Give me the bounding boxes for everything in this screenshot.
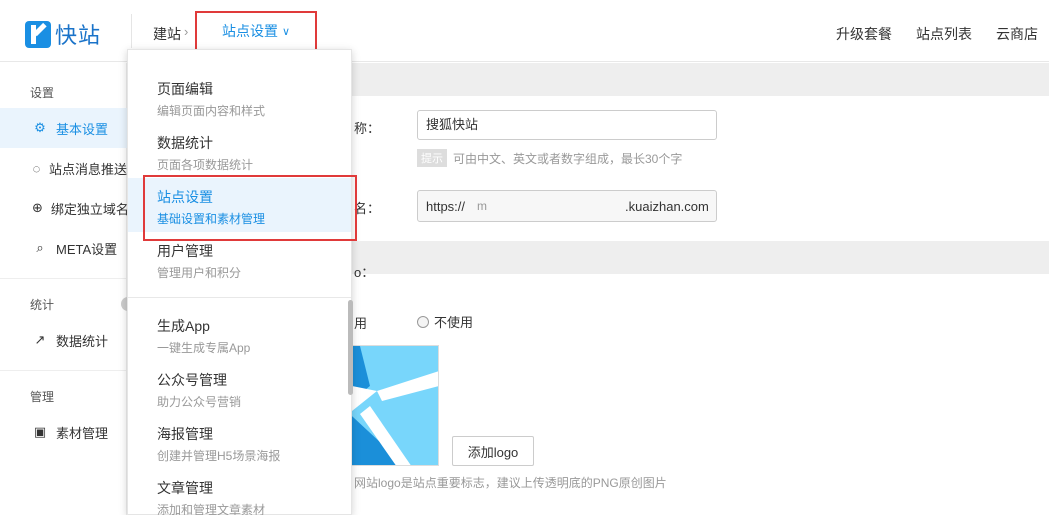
- site-name-label: 称：: [354, 121, 381, 136]
- sidebar-item-label: 绑定独立域名: [50, 201, 127, 217]
- logo-section-title: o：: [354, 265, 375, 280]
- site-name-hint: 提示 可由中文、英文或者数字组成，最长30个字: [417, 149, 682, 167]
- sidebar-divider: [0, 278, 127, 279]
- gear-icon: ⚙: [34, 120, 46, 135]
- chart-icon: ↗: [34, 332, 46, 347]
- menu-item-highlight-box: [143, 175, 357, 241]
- dropdown-scrollbar[interactable]: [348, 300, 353, 395]
- search-icon: ⌕: [36, 240, 44, 255]
- domain-prefix: https://: [426, 198, 466, 214]
- menu-divider: [128, 297, 351, 298]
- menu-item-subtitle: 添加和管理文章素材: [157, 503, 266, 515]
- nav-cloud-store[interactable]: 云商店: [996, 24, 1038, 44]
- menu-item-subtitle: 管理用户和积分: [157, 266, 242, 280]
- menu-item-title: 文章管理: [157, 480, 213, 496]
- menu-item-title: 页面编辑: [157, 81, 213, 97]
- sidebar-item-label: 站点消息推送: [48, 161, 127, 177]
- nav-site-list[interactable]: 站点列表: [916, 24, 972, 44]
- menu-item-title: 生成App: [157, 318, 210, 334]
- breadcrumb-root[interactable]: 建站: [153, 24, 181, 44]
- sidebar-item-basic-settings[interactable]: ⚙ 基本设置: [0, 108, 127, 148]
- sidebar-item-label: 数据统计: [56, 333, 109, 349]
- menu-item-title: 数据统计: [157, 135, 213, 151]
- menu-item-subtitle: 编辑页面内容和样式: [157, 104, 266, 118]
- menu-item-title: 公众号管理: [157, 372, 227, 388]
- logo-preview-image: [352, 345, 439, 466]
- menu-item-title: 用户管理: [157, 243, 213, 259]
- logo-note: 网站logo是站点重要标志，建议上传透明底的PNG原创图片: [354, 476, 667, 490]
- site-logo[interactable]: 快站: [25, 18, 101, 50]
- menu-item-article-manage[interactable]: 文章管理 添加和管理文章素材: [128, 469, 351, 515]
- menu-item-poster-manage[interactable]: 海报管理 创建并管理H5场景海报: [128, 415, 351, 469]
- header-divider: [131, 14, 132, 48]
- site-settings-dropdown-menu: 页面编辑 编辑页面内容和样式 数据统计 页面各项数据统计 站点设置 基础设置和素…: [127, 49, 352, 515]
- logo-text: 快站: [55, 23, 102, 48]
- sidebar-group-stats: 统计: [30, 298, 55, 312]
- kuaizhan-logo-icon: [25, 20, 51, 48]
- menu-item-data-stats[interactable]: 数据统计 页面各项数据统计: [128, 124, 351, 178]
- domain-field: https:// m .kuaizhan.com: [417, 190, 717, 222]
- sidebar-item-message-push[interactable]: ◌ 站点消息推送: [0, 148, 127, 188]
- site-name-input[interactable]: 搜狐快站: [417, 110, 717, 140]
- menu-item-page-edit[interactable]: 页面编辑 编辑页面内容和样式: [128, 70, 351, 124]
- domain-label: 名：: [354, 201, 381, 216]
- sidebar-item-label: 素材管理: [56, 425, 109, 441]
- add-logo-button[interactable]: 添加logo: [452, 436, 534, 466]
- sidebar-divider: [0, 370, 127, 371]
- chevron-down-icon: ∨: [281, 25, 291, 38]
- sidebar-item-data-stats[interactable]: ↗ 数据统计: [0, 320, 127, 360]
- image-icon: ▣: [33, 424, 47, 439]
- breadcrumb-current-label: 站点设置: [221, 23, 278, 39]
- menu-item-wechat-manage[interactable]: 公众号管理 助力公众号营销: [128, 361, 351, 415]
- domain-input[interactable]: m: [473, 191, 622, 221]
- menu-item-title: 海报管理: [157, 426, 213, 442]
- hint-tag: 提示: [417, 149, 447, 167]
- menu-item-subtitle: 创建并管理H5场景海报: [157, 449, 281, 463]
- sidebar-item-label: 基本设置: [56, 121, 109, 137]
- radio-use-label[interactable]: 用: [354, 313, 367, 332]
- hint-text: 可由中文、英文或者数字组成，最长30个字: [453, 151, 683, 166]
- sidebar-item-bind-domain[interactable]: ⊕ 绑定独立域名: [0, 188, 127, 228]
- menu-item-subtitle: 页面各项数据统计: [157, 158, 254, 172]
- menu-item-generate-app[interactable]: 生成App 一键生成专属App: [128, 307, 351, 361]
- sidebar-item-label: META设置: [56, 241, 118, 257]
- sidebar-item-material-manage[interactable]: ▣ 素材管理: [0, 412, 127, 452]
- chat-icon: ◌: [32, 160, 41, 176]
- menu-item-subtitle: 助力公众号营销: [157, 395, 242, 409]
- nav-upgrade-plan[interactable]: 升级套餐: [836, 24, 892, 44]
- sidebar: 设置 ⚙ 基本设置 ◌ 站点消息推送 ⊕ 绑定独立域名 ⌕ META设置 统计 …: [0, 63, 127, 515]
- sidebar-group-settings: 设置: [30, 86, 55, 100]
- radio-not-use[interactable]: 不使用: [417, 312, 473, 331]
- domain-suffix: .kuaizhan.com: [625, 198, 709, 214]
- radio-circle-icon: [417, 315, 429, 328]
- globe-icon: ⊕: [32, 200, 43, 215]
- breadcrumb-chevron-icon: ›: [184, 24, 189, 39]
- menu-item-subtitle: 一键生成专属App: [157, 341, 251, 355]
- sidebar-item-meta-settings[interactable]: ⌕ META设置: [0, 228, 127, 268]
- sidebar-group-manage: 管理: [30, 390, 55, 404]
- radio-not-use-label: 不使用: [434, 315, 474, 330]
- breadcrumb-current-dropdown[interactable]: 站点设置 ∨: [195, 11, 317, 51]
